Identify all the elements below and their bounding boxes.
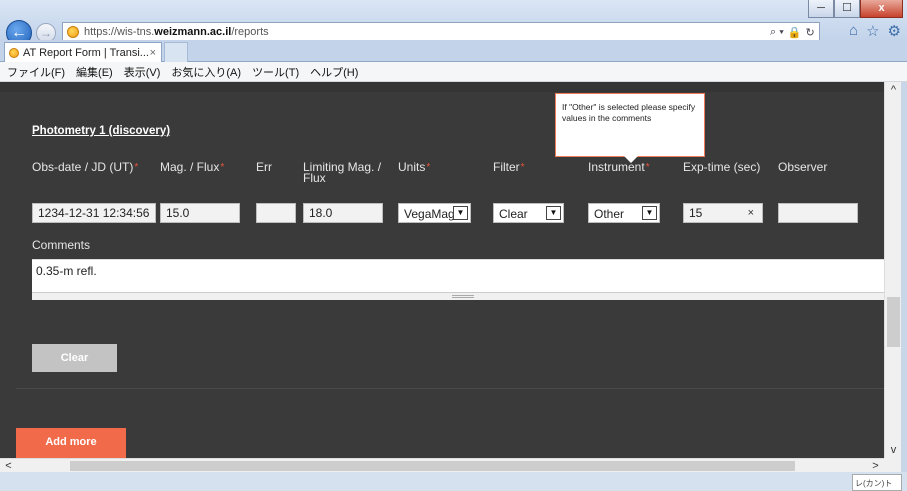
url-path: /reports [231,26,269,38]
err-input[interactable] [256,203,296,223]
instrument-label: Instrument* [588,160,650,174]
filter-label: Filter* [493,160,525,174]
required-mark: * [220,162,225,173]
chevron-down-icon: ▼ [453,206,468,220]
back-arrow-icon: ← [11,24,27,41]
tab-at-report-form[interactable]: AT Report Form | Transi... × [4,42,162,63]
home-icon[interactable]: ⌂ [849,22,858,40]
window-right-border [901,82,907,472]
add-more-button[interactable]: Add more [16,428,126,458]
browser-toolbar-icons: ⌂ ☆ ⚙ [849,22,901,40]
filter-selected-value: Clear [499,207,528,221]
address-bar[interactable]: https://wis-tns. weizmann.ac.il/reports [62,22,820,42]
scroll-right-icon[interactable]: > [867,459,884,473]
menu-tools[interactable]: ツール(T) [251,64,300,80]
clear-input-icon[interactable]: × [748,206,754,221]
horizontal-scroll-thumb[interactable] [70,461,795,471]
menu-help[interactable]: ヘルプ(H) [309,64,359,80]
chevron-down-icon: ▼ [642,206,657,220]
exptime-label: Exp-time (sec) [683,160,761,174]
observer-input[interactable] [778,203,858,223]
search-icon[interactable]: ⌕ ▾ [770,26,784,39]
required-mark: * [134,162,139,173]
vertical-scroll-thumb[interactable] [887,297,900,347]
menu-favorites[interactable]: お気に入り(A) [170,64,242,80]
site-favicon-icon [67,26,79,38]
photometry-section-title[interactable]: Photometry 1 (discovery) [32,125,170,137]
limmag-input[interactable]: 18.0 [303,203,383,223]
tab-title: AT Report Form | Transi... [23,47,149,59]
section-divider [16,388,884,389]
limmag-label: Limiting Mag. / Flux [303,160,382,185]
menu-file[interactable]: ファイル(F) [6,64,66,80]
favorites-star-icon[interactable]: ☆ [866,22,879,40]
required-mark: * [520,162,525,173]
settings-gear-icon[interactable]: ⚙ [888,22,901,40]
minimize-button[interactable]: ─ [808,0,834,18]
clear-button[interactable]: Clear [32,344,117,372]
tab-favicon-icon [9,48,19,58]
mag-label: Mag. / Flux* [160,160,225,174]
taskbar-peek: レ(カン)ト [852,474,902,491]
chevron-down-icon: ▼ [546,206,561,220]
instrument-selected-value: Other [594,207,625,221]
mag-input[interactable]: 15.0 [160,203,240,223]
horizontal-scrollbar[interactable]: < > [0,458,884,472]
comments-label: Comments [32,238,91,252]
close-window-button[interactable]: x [860,0,903,18]
maximize-button[interactable]: ☐ [834,0,860,18]
url-scheme: https://wis-tns. [84,26,155,38]
vertical-scrollbar[interactable]: ^ v [884,82,901,458]
forward-arrow-icon: → [40,26,52,40]
url-domain: weizmann.ac.il [154,26,232,38]
instrument-tooltip: If "Other" is selected please specify va… [555,93,705,157]
refresh-icon[interactable]: ↻ [806,26,815,39]
units-selected-value: VegaMag [404,207,455,221]
menu-bar: ファイル(F) 編集(E) 表示(V) お気に入り(A) ツール(T) ヘルプ(… [0,62,907,82]
obsdate-input[interactable]: 1234-12-31 12:34:56 [32,203,156,223]
page-viewport: Photometry 1 (discovery) If "Other" is s… [0,82,884,458]
page-top-strip [0,82,884,92]
window-bottom-border [0,472,907,491]
tab-close-icon[interactable]: × [150,47,156,59]
observer-label: Observer [778,160,828,174]
instrument-select[interactable]: Other ▼ [588,203,660,223]
scroll-left-icon[interactable]: < [0,459,17,473]
scroll-down-icon[interactable]: v [885,442,902,458]
window-controls: ─ ☐ x [808,0,903,18]
grip-icon [452,295,474,298]
menu-view[interactable]: 表示(V) [123,64,162,80]
units-label: Units* [398,160,431,174]
menu-edit[interactable]: 編集(E) [75,64,114,80]
err-label: Err [256,160,272,174]
lock-icon[interactable]: 🔒 [788,26,802,39]
scrollbar-corner [884,458,901,472]
comments-textarea[interactable]: 0.35-m refl. [32,259,884,292]
new-tab-button[interactable] [164,42,188,62]
address-tools: ⌕ ▾ 🔒 ↻ [770,24,815,40]
filter-select[interactable]: Clear ▼ [493,203,564,223]
textarea-resize-handle[interactable] [32,292,884,300]
units-select[interactable]: VegaMag ▼ [398,203,471,223]
tab-strip: AT Report Form | Transi... × [0,40,907,63]
exptime-input[interactable]: 15 × [683,203,763,223]
obsdate-label: Obs-date / JD (UT)* [32,160,139,174]
required-mark: * [426,162,431,173]
scroll-up-icon[interactable]: ^ [885,82,902,98]
exptime-value: 15 [689,206,703,220]
required-mark: * [645,162,650,173]
